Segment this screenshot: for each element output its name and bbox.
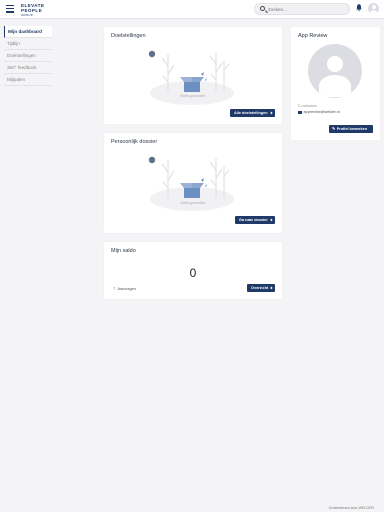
request-link-label: Aanvragen [117,287,136,291]
profile-name: App Review [298,33,328,39]
dossier-empty-text: Niets gevonden [180,201,206,205]
sidebar-item-360-feedback[interactable]: 360° feedback [4,62,52,74]
edit-profile-button[interactable]: ✎ Profiel bewerken [329,125,373,133]
top-bar: ELEVATE PEOPLE GROUP [0,0,384,19]
saldo-card: Mijn saldo 0 ↑ Aanvragen Overzicht [104,242,282,299]
email-value: appreview@welder.nl [298,110,340,114]
saldo-value: 0 [189,266,197,280]
dossier-card: Persoonlijk dossier Niets gevonden Ga na… [104,133,282,233]
sidebar-item-dashboard[interactable]: Mijn dashboard [4,26,52,38]
email-label: E-mailadres [298,104,317,108]
chevron-right-icon [269,218,273,222]
goals-empty-text: Niets gevonden [180,94,206,98]
go-to-dossier-button-label: Ga naar dossier [239,218,268,222]
sidebar-item-tijdlijn[interactable]: Tijdlijn [4,38,52,50]
logo[interactable]: ELEVATE PEOPLE GROUP [21,3,44,18]
pencil-icon: ✎ [332,127,336,131]
search-box[interactable] [254,3,350,15]
go-to-dossier-button[interactable]: Ga naar dossier [235,216,275,224]
overview-button-label: Overzicht [251,286,269,290]
profile-avatar [308,44,362,98]
empty-state-illustration [148,156,234,211]
logo-line3: GROUP [21,13,34,17]
chevron-right-icon [269,286,273,290]
all-goals-button-label: Alle doelstellingen [234,111,268,115]
arrow-up-icon: ↑ [113,286,116,292]
goals-card-title: Doelstellingen [111,33,146,39]
saldo-card-title: Mijn saldo [111,248,136,254]
request-link[interactable]: ↑ Aanvragen [113,286,136,292]
footer-text: Ondersteund door WELDER [328,506,374,510]
all-goals-button[interactable]: Alle doelstellingen [230,109,275,117]
bell-icon[interactable] [356,4,362,11]
sidebar: Mijn dashboard Tijdlijn Doelstellingen 3… [4,26,52,86]
empty-state-illustration [148,50,234,105]
chevron-right-icon [269,111,273,115]
search-input[interactable] [268,4,346,14]
email-text: appreview@welder.nl [303,110,340,114]
sidebar-item-doelstellingen[interactable]: Doelstellingen [4,50,52,62]
hamburger-menu-icon[interactable] [6,5,14,13]
mail-icon [298,110,302,114]
profile-card: App Review E-mailadres appreview@welder.… [291,27,380,140]
sidebar-item-mijlpalen[interactable]: Mijlpalen [4,74,52,86]
dossier-card-title: Persoonlijk dossier [111,139,158,145]
goals-card: Doelstellingen Niets gevonden Alle doels… [104,27,282,124]
user-avatar[interactable] [368,3,379,14]
edit-profile-button-label: Profiel bewerken [336,127,368,131]
search-icon [260,6,265,11]
overview-button[interactable]: Overzicht [247,284,275,292]
